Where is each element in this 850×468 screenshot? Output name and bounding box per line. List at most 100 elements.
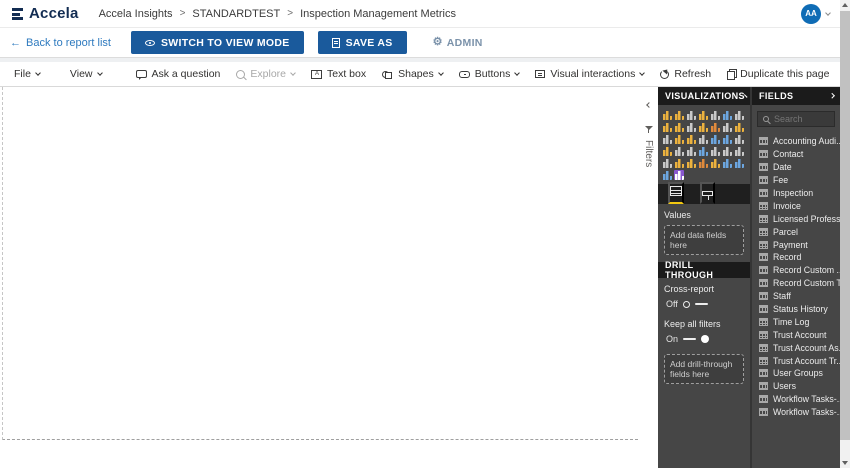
- line-chart-icon[interactable]: [734, 110, 744, 120]
- breadcrumb-item-workspace[interactable]: STANDARDTEST: [192, 8, 280, 20]
- switch-to-view-mode-button[interactable]: SWITCH TO VIEW MODE: [131, 31, 304, 54]
- 100-stacked-column-chart-icon[interactable]: [722, 110, 732, 120]
- accela-logo[interactable]: Accela: [10, 5, 79, 22]
- table-grid-icon: [759, 202, 768, 210]
- filters-expand-button[interactable]: [647, 95, 651, 110]
- toggle-off-knob-icon: [683, 301, 690, 308]
- field-table-row[interactable]: Users: [752, 380, 840, 393]
- cross-report-toggle[interactable]: Off: [666, 299, 744, 309]
- field-table-row[interactable]: Fee: [752, 174, 840, 187]
- back-to-report-list-link[interactable]: ← Back to report list: [10, 37, 111, 49]
- field-table-label: Inspection: [773, 188, 813, 198]
- line-clustered-column-chart-icon[interactable]: [698, 122, 708, 132]
- smart-narrative-icon[interactable]: [722, 158, 732, 168]
- field-table-row[interactable]: Record: [752, 251, 840, 264]
- breadcrumb-item-insights[interactable]: Accela Insights: [99, 8, 173, 20]
- field-table-row[interactable]: Inspection: [752, 187, 840, 200]
- 100-stacked-bar-chart-icon[interactable]: [710, 110, 720, 120]
- avatar-chevron-down-icon[interactable]: [825, 10, 831, 16]
- ask-a-question-button[interactable]: Ask a question: [128, 68, 229, 80]
- matrix-icon[interactable]: [734, 146, 744, 156]
- field-table-row[interactable]: Invoice: [752, 199, 840, 212]
- field-table-row[interactable]: Workflow Tasks-...: [752, 406, 840, 419]
- field-table-row[interactable]: Parcel: [752, 225, 840, 238]
- explore-icon: [236, 70, 245, 79]
- field-table-row[interactable]: Payment: [752, 238, 840, 251]
- shapes-button[interactable]: Shapes: [374, 68, 451, 80]
- key-influencers-icon[interactable]: [686, 158, 696, 168]
- field-table-row[interactable]: Record Custom T...: [752, 277, 840, 290]
- duplicate-icon: [727, 71, 735, 80]
- scrollbar-down-arrow-icon[interactable]: [842, 461, 848, 465]
- python-visual-icon[interactable]: [674, 158, 684, 168]
- decomposition-tree-icon[interactable]: [698, 158, 708, 168]
- stacked-bar-chart-icon[interactable]: [662, 110, 672, 120]
- scrollbar-thumb[interactable]: [840, 11, 850, 440]
- field-table-row[interactable]: Time Log: [752, 315, 840, 328]
- explore-button[interactable]: Explore: [228, 68, 303, 80]
- field-table-row[interactable]: Date: [752, 161, 840, 174]
- fields-search-box[interactable]: [757, 111, 835, 127]
- gauge-icon[interactable]: [662, 146, 672, 156]
- report-canvas[interactable]: [0, 87, 639, 468]
- table-grid-icon: [759, 357, 768, 365]
- paginated-report-icon[interactable]: [734, 158, 744, 168]
- values-dropzone[interactable]: Add data fields here: [664, 225, 744, 255]
- qa-visual-icon[interactable]: [710, 158, 720, 168]
- file-menu[interactable]: File: [10, 68, 44, 80]
- clustered-column-chart-icon[interactable]: [698, 110, 708, 120]
- field-table-row[interactable]: Contact: [752, 148, 840, 161]
- treemap-icon[interactable]: [698, 134, 708, 144]
- clustered-bar-chart-icon[interactable]: [686, 110, 696, 120]
- r-script-visual-icon[interactable]: [662, 158, 672, 168]
- map-icon[interactable]: [710, 134, 720, 144]
- area-chart-icon[interactable]: [662, 122, 672, 132]
- multi-row-card-icon[interactable]: [686, 146, 696, 156]
- field-table-row[interactable]: Trust Account As...: [752, 341, 840, 354]
- stacked-column-chart-icon[interactable]: [674, 110, 684, 120]
- field-table-row[interactable]: Licensed Profess...: [752, 212, 840, 225]
- shape-map-icon[interactable]: [734, 134, 744, 144]
- ribbon-chart-icon[interactable]: [710, 122, 720, 132]
- field-table-row[interactable]: Status History: [752, 303, 840, 316]
- pie-chart-icon[interactable]: [674, 134, 684, 144]
- scrollbar-up-arrow-icon[interactable]: [842, 3, 848, 7]
- view-menu[interactable]: View: [66, 68, 106, 80]
- values-label: Values: [664, 210, 744, 220]
- field-table-row[interactable]: User Groups: [752, 367, 840, 380]
- tab-format[interactable]: [700, 182, 715, 204]
- kpi-icon[interactable]: [698, 146, 708, 156]
- filled-map-icon[interactable]: [722, 134, 732, 144]
- funnel-chart-icon[interactable]: [734, 122, 744, 132]
- buttons-button[interactable]: Buttons: [451, 68, 528, 80]
- refresh-button[interactable]: Refresh: [652, 68, 719, 80]
- avatar[interactable]: AA: [801, 4, 821, 24]
- field-table-row[interactable]: Accounting Audi...: [752, 135, 840, 148]
- table-icon[interactable]: [722, 146, 732, 156]
- field-table-row[interactable]: Staff: [752, 290, 840, 303]
- field-table-row[interactable]: Record Custom ...: [752, 264, 840, 277]
- drill-through-dropzone[interactable]: Add drill-through fields here: [664, 354, 744, 384]
- admin-button[interactable]: ⚙ ADMIN: [433, 37, 483, 49]
- slicer-icon[interactable]: [710, 146, 720, 156]
- vertical-scrollbar[interactable]: [840, 0, 850, 468]
- text-box-button[interactable]: Text box: [303, 68, 374, 80]
- collapse-panel-chevron-right-icon[interactable]: [829, 94, 834, 99]
- scatter-chart-icon[interactable]: [662, 134, 672, 144]
- line-stacked-column-chart-icon[interactable]: [686, 122, 696, 132]
- visual-interactions-button[interactable]: Visual interactions: [527, 68, 652, 80]
- stacked-area-chart-icon[interactable]: [674, 122, 684, 132]
- tab-fields[interactable]: [668, 182, 684, 204]
- field-table-row[interactable]: Trust Account Tr...: [752, 354, 840, 367]
- donut-chart-icon[interactable]: [686, 134, 696, 144]
- custom-visual-selected-icon[interactable]: [674, 170, 684, 180]
- card-icon[interactable]: [674, 146, 684, 156]
- save-as-button[interactable]: SAVE AS: [318, 31, 407, 54]
- waterfall-chart-icon[interactable]: [722, 122, 732, 132]
- keep-all-filters-toggle[interactable]: On: [666, 334, 744, 344]
- power-apps-visual-icon[interactable]: [662, 170, 672, 180]
- duplicate-page-button[interactable]: Duplicate this page: [719, 68, 837, 80]
- search-input[interactable]: [774, 114, 829, 124]
- field-table-row[interactable]: Trust Account: [752, 328, 840, 341]
- field-table-row[interactable]: Workflow Tasks-...: [752, 393, 840, 406]
